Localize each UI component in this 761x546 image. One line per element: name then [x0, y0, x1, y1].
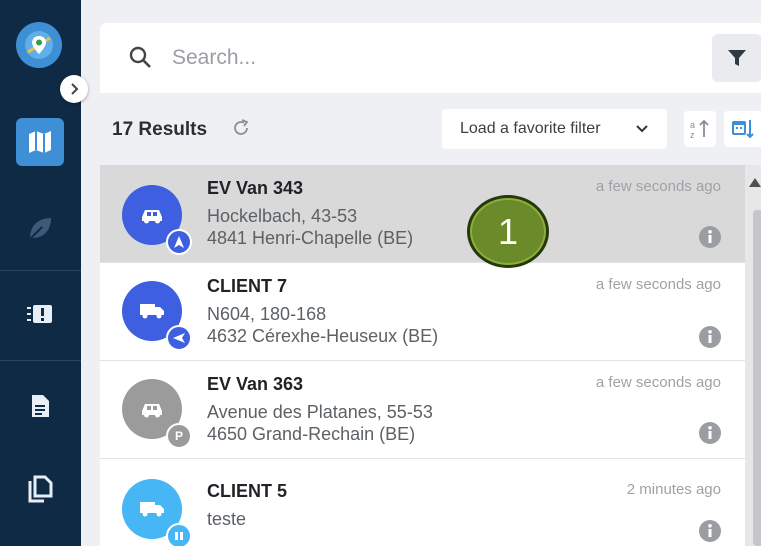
last-update-time: a few seconds ago — [595, 178, 721, 195]
vehicle-address-line1: Hockelbach, 43-53 — [207, 206, 358, 226]
location-pin-icon[interactable] — [16, 22, 62, 68]
list-item[interactable]: P EV Van 363 Avenue des Platanes, 55-53 … — [100, 361, 745, 459]
truck-icon — [140, 304, 164, 319]
scroll-up-arrow-icon[interactable] — [749, 178, 761, 187]
sort-date-button[interactable] — [724, 111, 761, 147]
navigation-icon — [174, 236, 184, 248]
status-badge — [166, 229, 192, 255]
pause-icon — [175, 532, 183, 540]
sort-az-icon: a z — [690, 119, 709, 140]
search-icon — [129, 46, 151, 68]
step-marker: 1 — [467, 195, 549, 268]
last-update-time: a few seconds ago — [595, 374, 721, 391]
vehicle-address-line2: 4841 Henri-Chapelle (BE) — [207, 228, 414, 248]
map-icon — [29, 131, 51, 153]
leaf-icon — [29, 218, 51, 240]
search-bar — [100, 23, 761, 93]
alert-board-icon — [27, 305, 52, 323]
vehicle-address-line1: Avenue des Platanes, 55-53 — [207, 402, 433, 422]
vehicle-name: EV Van 363 — [207, 374, 304, 394]
list-item[interactable]: CLIENT 5 teste 2 minutes ago — [100, 459, 745, 546]
list-item[interactable]: CLIENT 7 N604, 180-168 4632 Cérexhe-Heus… — [100, 263, 745, 361]
vehicle-list: EV Van 343 Hockelbach, 43-53 4841 Henri-… — [100, 165, 745, 546]
navigation-left-icon — [173, 333, 185, 343]
vehicle-name: CLIENT 7 — [207, 276, 288, 296]
favorite-filter-select[interactable]: Load a favorite filter — [442, 109, 667, 149]
sort-alphabetical-button[interactable]: a z — [684, 111, 716, 147]
svg-text:a: a — [690, 120, 695, 130]
sidebar-item-alerts[interactable] — [16, 290, 64, 338]
step-marker-label: 1 — [497, 210, 519, 252]
filter-button[interactable] — [712, 34, 761, 82]
copy-icon — [28, 475, 53, 503]
chevron-down-icon — [636, 125, 648, 133]
status-badge — [166, 325, 192, 351]
filter-icon — [728, 50, 746, 66]
sidebar-expand-button[interactable] — [60, 75, 88, 103]
results-header: 17 Results Load a favorite filter a z — [100, 93, 761, 165]
vehicle-name: CLIENT 5 — [207, 481, 288, 501]
last-update-time: a few seconds ago — [595, 276, 721, 293]
document-icon — [32, 395, 49, 417]
last-update-time: 2 minutes ago — [626, 481, 721, 498]
favorite-filter-label: Load a favorite filter — [460, 120, 601, 137]
vehicle-name: EV Van 343 — [207, 178, 304, 198]
results-count: 17 Results — [112, 119, 208, 140]
sidebar-item-map[interactable] — [16, 118, 64, 166]
calendar-sort-icon — [731, 120, 754, 139]
vehicle-address-line1: teste — [207, 509, 247, 529]
info-icon[interactable] — [698, 519, 722, 543]
truck-icon — [140, 502, 164, 517]
info-icon[interactable] — [698, 421, 722, 445]
vehicle-address-line1: N604, 180-168 — [207, 304, 327, 324]
list-item[interactable]: EV Van 343 Hockelbach, 43-53 4841 Henri-… — [100, 165, 745, 263]
search-input[interactable] — [172, 42, 652, 74]
info-icon[interactable] — [698, 225, 722, 249]
parking-icon: P — [166, 423, 192, 449]
vehicle-address-line2: 4650 Grand-Rechain (BE) — [207, 424, 416, 444]
status-badge — [166, 523, 192, 546]
info-icon[interactable] — [698, 325, 722, 349]
refresh-icon[interactable] — [231, 118, 251, 138]
sidebar-item-report[interactable] — [16, 382, 64, 430]
scrollbar-thumb[interactable] — [753, 210, 761, 546]
sidebar-item-documents[interactable] — [16, 465, 64, 513]
car-icon — [142, 210, 162, 224]
vehicle-address-line2: 4632 Cérexhe-Heuseux (BE) — [207, 326, 439, 346]
svg-text:z: z — [690, 130, 695, 140]
chevron-right-icon — [71, 83, 79, 95]
car-icon — [142, 404, 162, 418]
sidebar-item-eco[interactable] — [16, 204, 64, 252]
